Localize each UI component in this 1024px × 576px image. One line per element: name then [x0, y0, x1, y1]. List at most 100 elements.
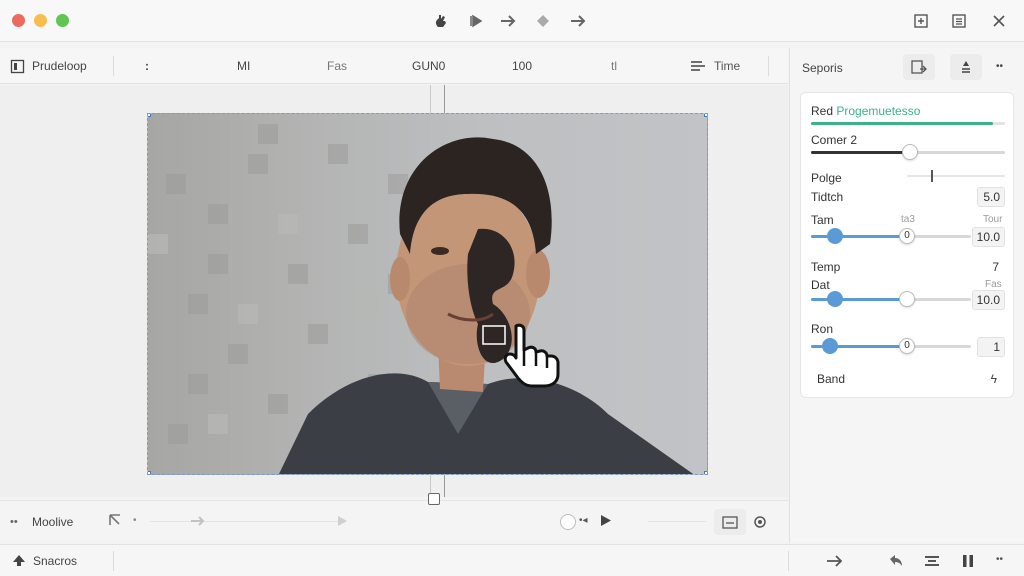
- tam-hint-mid: ta3: [901, 214, 915, 225]
- settings-icon[interactable]: [752, 514, 768, 535]
- tam-value[interactable]: 10.0: [971, 227, 1005, 247]
- mode-label[interactable]: Moolive: [32, 515, 73, 529]
- dat-slider-end-thumb[interactable]: [899, 291, 915, 307]
- dat-slider[interactable]: [811, 291, 971, 307]
- tidtch-label: Tidtch: [811, 190, 844, 204]
- comer-slider-thumb[interactable]: [902, 144, 918, 160]
- play-step-icon[interactable]: [466, 11, 486, 31]
- arrow-forward-icon[interactable]: [568, 11, 588, 31]
- panel-export-button[interactable]: [903, 54, 935, 80]
- polge-slider-thumb[interactable]: [931, 170, 933, 182]
- toolbar-item-fas[interactable]: Fas: [327, 59, 347, 73]
- tam-hint-right: Tour: [983, 214, 1003, 225]
- resize-handle-top-right[interactable]: [704, 114, 707, 117]
- video-frame[interactable]: [147, 113, 708, 475]
- timeline-icon: [690, 60, 706, 78]
- lightning-icon[interactable]: ϟ: [991, 372, 997, 386]
- toolbar-divider: [768, 56, 769, 76]
- close-window-button[interactable]: [12, 14, 25, 27]
- arrow-forward-icon[interactable]: [190, 514, 206, 532]
- toolbar-item-zoom[interactable]: 100: [512, 59, 532, 73]
- more-options-button[interactable]: :: [145, 59, 149, 73]
- toolbar-divider: [113, 56, 114, 76]
- upload-icon[interactable]: [12, 553, 26, 572]
- progress-label-accent: Progemuetesso: [836, 104, 921, 118]
- add-square-icon[interactable]: [911, 11, 931, 31]
- arrow-right-icon[interactable]: [826, 554, 844, 573]
- editor-toolbar: Prudeloop : MI Fas GUN0 100 tl Time: [0, 48, 788, 84]
- playback-bar: •• Moolive • •◂: [0, 493, 788, 542]
- caption-button[interactable]: [714, 509, 746, 535]
- tam-slider[interactable]: 0: [811, 228, 971, 244]
- polge-slider[interactable]: [907, 170, 1005, 182]
- toolbar-item-mi[interactable]: MI: [237, 59, 250, 73]
- document-name[interactable]: Prudeloop: [32, 59, 87, 73]
- properties-card: Red Progemuetesso Comer 2 Polge Tidtch 5…: [800, 92, 1014, 398]
- ron-slider-end-thumb[interactable]: 0: [899, 338, 915, 354]
- status-label: Snacros: [33, 554, 78, 568]
- progress-track[interactable]: [648, 521, 706, 522]
- tam-slider-end-thumb[interactable]: 0: [899, 228, 915, 244]
- diamond-icon[interactable]: [533, 11, 553, 31]
- cursor-arrow-icon[interactable]: [108, 513, 122, 532]
- dat-slider-fill: [811, 298, 907, 301]
- status-divider: [788, 551, 789, 571]
- resize-handle-bottom-right[interactable]: [704, 471, 707, 474]
- comer-label: Comer 2: [811, 133, 858, 147]
- ron-value[interactable]: 1: [977, 337, 1005, 357]
- align-icon[interactable]: [924, 554, 940, 573]
- panel-title: Seporis: [802, 61, 843, 75]
- dots-icon: ••: [10, 516, 18, 528]
- dot-icon: •: [133, 515, 137, 526]
- panel-more-icon[interactable]: ••: [996, 61, 1003, 72]
- comer-slider-fill: [811, 151, 910, 154]
- scrubber-track[interactable]: [150, 521, 345, 522]
- document-icon: [10, 59, 25, 79]
- arrow-right-icon[interactable]: [498, 11, 518, 31]
- hand-icon[interactable]: [431, 11, 451, 31]
- tam-slider-fill: [811, 235, 907, 238]
- polge-label: Polge: [811, 171, 842, 185]
- time-button[interactable]: Time: [714, 59, 740, 73]
- playhead-marker[interactable]: [428, 493, 440, 505]
- minimize-window-button[interactable]: [34, 14, 47, 27]
- ron-slider[interactable]: 0: [811, 338, 971, 354]
- status-bar: Snacros ••: [0, 544, 1024, 576]
- resize-handle-top-left[interactable]: [148, 114, 151, 117]
- undo-hand-icon[interactable]: [888, 553, 904, 574]
- temp-label: Temp: [811, 260, 841, 274]
- panel-pin-button[interactable]: [950, 54, 982, 80]
- zoom-window-button[interactable]: [56, 14, 69, 27]
- pointer-hand-icon: [502, 322, 566, 393]
- resize-handle-bottom-left[interactable]: [148, 471, 151, 474]
- tidtch-value[interactable]: 5.0: [977, 187, 1005, 207]
- toolbar-item-gun[interactable]: GUN0: [412, 59, 445, 73]
- ron-label: Ron: [811, 322, 834, 336]
- toolbar-item-tl[interactable]: tl: [611, 59, 617, 73]
- progress-label-prefix: Red: [811, 104, 834, 118]
- status-divider: [113, 551, 114, 571]
- ron-slider-thumb[interactable]: [822, 338, 838, 354]
- pause-icon[interactable]: [961, 553, 975, 574]
- dat-hint-right: Fas: [985, 279, 1002, 290]
- play-icon[interactable]: [600, 514, 612, 532]
- play-faint-icon[interactable]: [336, 514, 348, 532]
- title-bar: [0, 0, 1024, 42]
- temp-value: 7: [992, 260, 999, 274]
- video-frame-image: [148, 124, 694, 474]
- volume-indicator: •◂: [579, 515, 588, 526]
- list-icon[interactable]: [949, 11, 969, 31]
- progress-track: [811, 122, 1005, 125]
- close-icon[interactable]: [989, 11, 1009, 31]
- progress-label: Red Progemuetesso: [811, 104, 920, 118]
- dat-value[interactable]: 10.0: [971, 290, 1005, 310]
- tam-slider-thumb[interactable]: [827, 228, 843, 244]
- comer-slider[interactable]: [811, 144, 1005, 160]
- dat-label: Dat: [811, 278, 830, 292]
- progress-fill: [811, 122, 994, 125]
- tam-label: Tam: [811, 213, 834, 227]
- volume-thumb[interactable]: [560, 514, 576, 530]
- band-label[interactable]: Band: [817, 372, 845, 386]
- more-dots-icon[interactable]: ••: [996, 554, 1003, 565]
- dat-slider-thumb[interactable]: [827, 291, 843, 307]
